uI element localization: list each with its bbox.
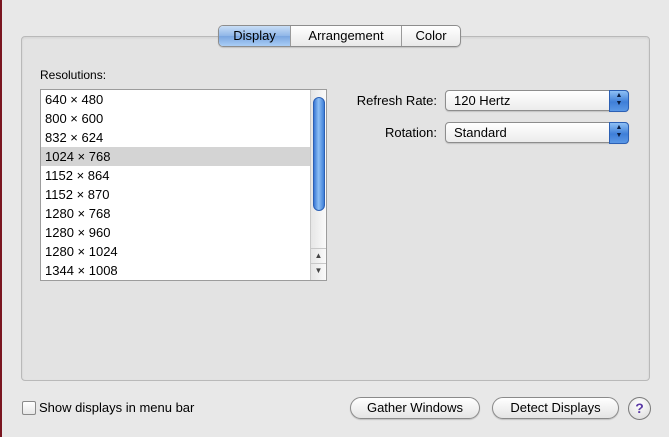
rotation-value: Standard <box>454 125 507 140</box>
list-item[interactable]: 1152 × 870 <box>41 185 311 204</box>
tab-color[interactable]: Color <box>401 26 460 46</box>
list-item[interactable]: 1280 × 960 <box>41 223 311 242</box>
refresh-rate-label: Refresh Rate: <box>356 93 437 108</box>
popup-arrows-icon: ▲ ▼ <box>609 90 629 112</box>
list-item[interactable]: 1280 × 768 <box>41 204 311 223</box>
resolutions-list[interactable]: 640 × 480 800 × 600 832 × 624 1024 × 768… <box>40 89 327 281</box>
show-displays-label[interactable]: Show displays in menu bar <box>39 400 194 415</box>
list-item[interactable]: 800 × 600 <box>41 109 311 128</box>
rotation-popup[interactable]: Standard ▲ ▼ <box>445 122 629 144</box>
scroll-down-arrow-icon[interactable]: ▼ <box>311 263 326 277</box>
tab-display[interactable]: Display <box>219 26 290 46</box>
scrollbar[interactable]: ▲ ▼ <box>310 90 326 280</box>
popup-arrows-icon: ▲ ▼ <box>609 122 629 144</box>
list-item[interactable]: 1152 × 864 <box>41 166 311 185</box>
tab-bar: Display Arrangement Color <box>218 25 461 47</box>
gather-windows-button[interactable]: Gather Windows <box>350 397 480 419</box>
window-edge <box>0 0 2 437</box>
refresh-rate-value: 120 Hertz <box>454 93 511 108</box>
show-displays-checkbox[interactable] <box>22 401 36 415</box>
refresh-rate-popup[interactable]: 120 Hertz ▲ ▼ <box>445 90 629 112</box>
resolutions-label: Resolutions: <box>40 68 107 82</box>
scroll-up-arrow-icon[interactable]: ▲ <box>311 248 326 262</box>
scrollbar-thumb[interactable] <box>313 97 325 211</box>
detect-displays-button[interactable]: Detect Displays <box>492 397 619 419</box>
list-item[interactable]: 640 × 480 <box>41 90 311 109</box>
rotation-label: Rotation: <box>384 125 437 140</box>
list-item[interactable]: 832 × 624 <box>41 128 311 147</box>
list-item[interactable]: 1280 × 1024 <box>41 242 311 261</box>
tab-arrangement[interactable]: Arrangement <box>290 26 401 46</box>
list-item[interactable]: 1344 × 1008 <box>41 261 311 280</box>
list-item-selected[interactable]: 1024 × 768 <box>41 147 311 166</box>
help-button[interactable]: ? <box>628 397 651 420</box>
